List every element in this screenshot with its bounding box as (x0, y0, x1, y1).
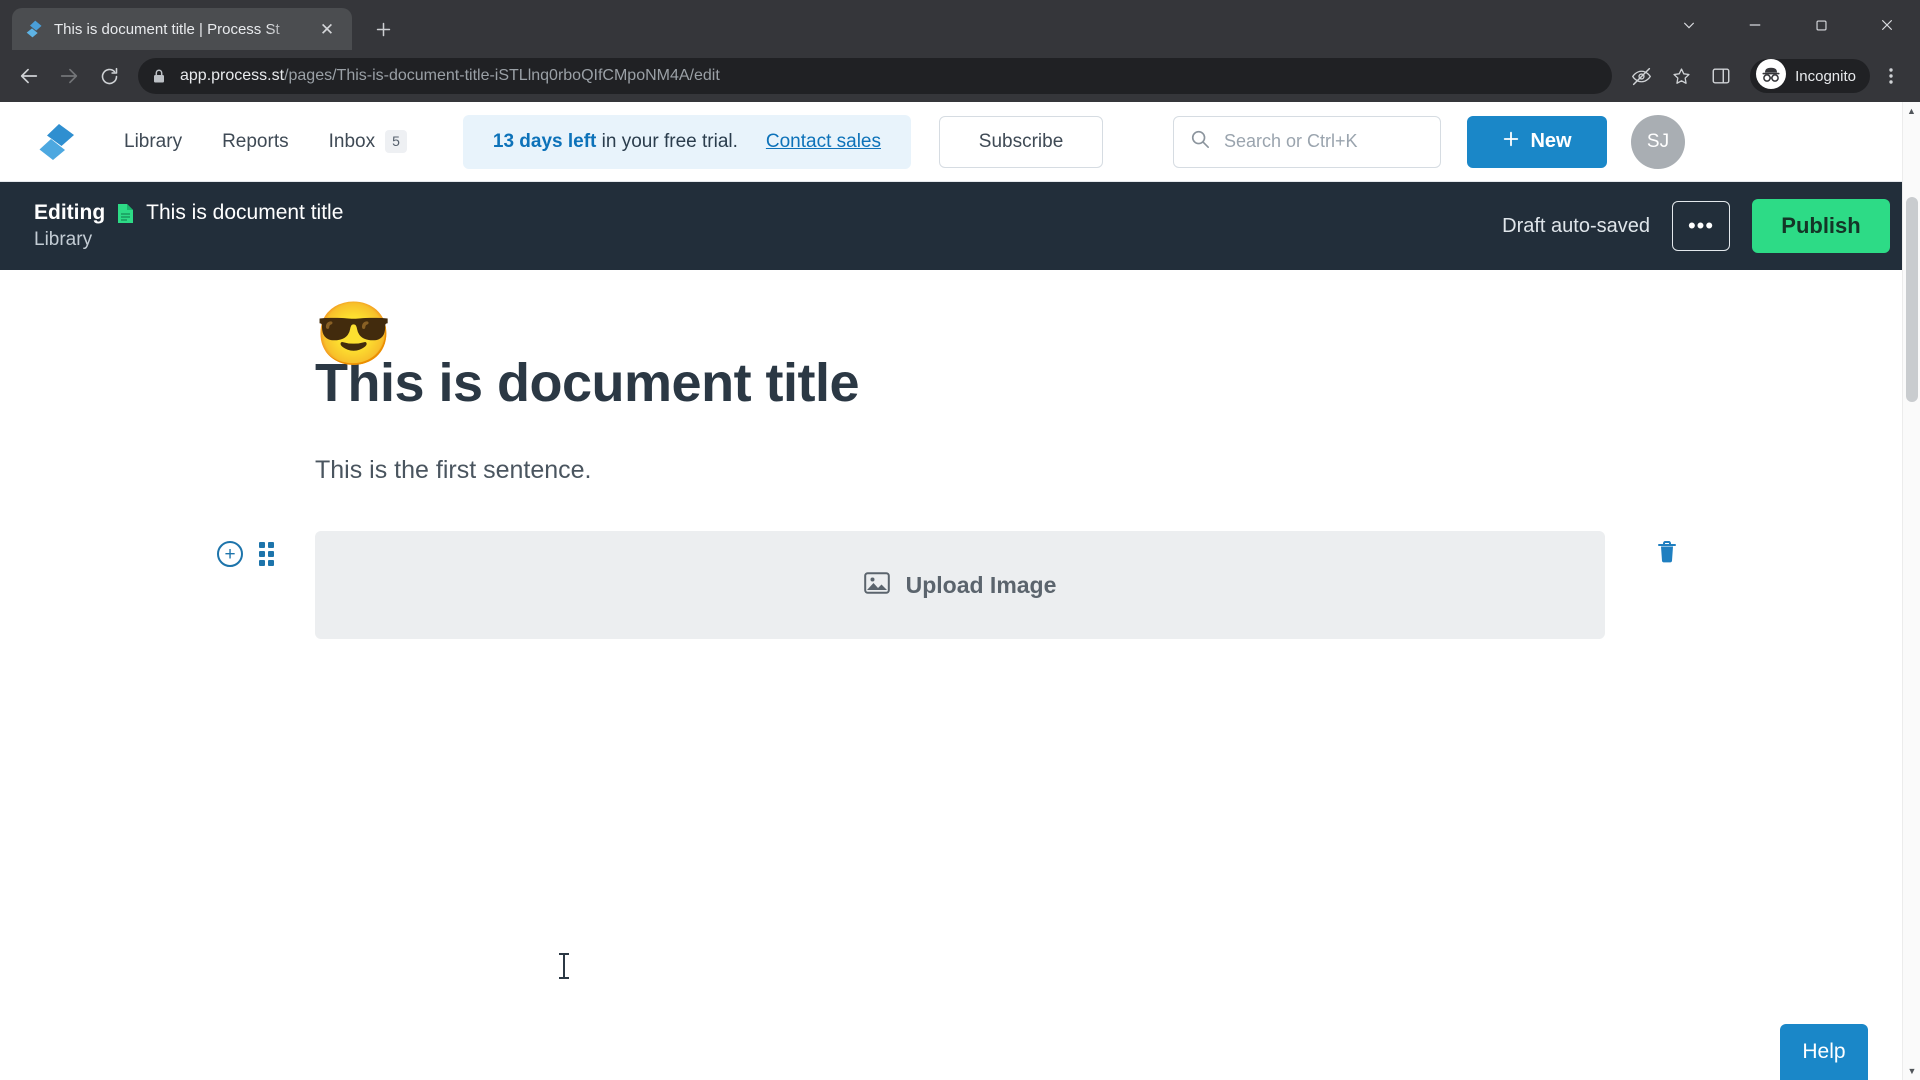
breadcrumb[interactable]: Library (34, 229, 343, 251)
help-button[interactable]: Help (1780, 1024, 1868, 1080)
tab-strip: This is document title | Process St ✕ (0, 0, 1920, 50)
plus-icon (1502, 130, 1520, 154)
contact-sales-link[interactable]: Contact sales (766, 131, 881, 153)
plus-circle-icon[interactable]: + (217, 541, 243, 567)
page-scrollbar[interactable]: ▲ ▼ (1902, 102, 1920, 1080)
nav-links: Library Reports Inbox 5 (104, 122, 427, 160)
trial-days-left: 13 days left (492, 130, 597, 152)
address-bar[interactable]: app.process.st/pages/This-is-document-ti… (138, 58, 1613, 94)
star-icon[interactable] (1662, 57, 1700, 95)
scroll-up-arrow-icon[interactable]: ▲ (1903, 102, 1920, 120)
more-options-button[interactable]: ••• (1672, 201, 1730, 251)
new-button[interactable]: New (1467, 115, 1608, 168)
new-tab-button[interactable] (366, 12, 400, 46)
document-icon (117, 203, 134, 224)
app-viewport: Library Reports Inbox 5 13 days left in … (0, 102, 1920, 1080)
subscribe-button[interactable]: Subscribe (939, 115, 1104, 168)
image-icon (863, 571, 890, 600)
upload-image-label: Upload Image (905, 571, 1057, 598)
text-cursor (559, 953, 569, 979)
arrow-back-icon[interactable] (10, 57, 48, 95)
browser-toolbar: app.process.st/pages/This-is-document-ti… (0, 50, 1920, 102)
side-panel-icon[interactable] (1702, 57, 1740, 95)
nav-link-reports-label: Reports (222, 130, 289, 152)
trial-text: 13 days left in your free trial. (493, 131, 738, 153)
image-block: + Upload Image (217, 531, 1676, 639)
nav-link-inbox-label: Inbox (328, 130, 376, 152)
close-icon[interactable]: ✕ (314, 16, 340, 42)
document-page: 😎 This is document title This is the fir… (217, 304, 1676, 639)
document-emoji[interactable]: 😎 (315, 304, 392, 366)
eye-slash-icon[interactable] (1622, 57, 1660, 95)
block-tools: + (217, 541, 274, 567)
search-input[interactable] (1224, 131, 1425, 152)
app-navbar: Library Reports Inbox 5 13 days left in … (0, 102, 1920, 182)
nav-link-inbox[interactable]: Inbox 5 (309, 122, 427, 160)
document-title[interactable]: This is document title (315, 352, 1605, 414)
maximize-icon[interactable] (1788, 0, 1854, 50)
edit-header-right: Draft auto-saved ••• Publish (1502, 199, 1890, 253)
new-button-label: New (1530, 130, 1572, 152)
toolbar-icon-group: Incognito (1622, 57, 1910, 95)
minimize-icon[interactable] (1722, 0, 1788, 50)
trial-suffix: in your free trial. (596, 130, 738, 152)
search-box[interactable] (1173, 115, 1442, 168)
url-path: /pages/This-is-document-title-iSTLlnq0rb… (284, 67, 720, 84)
address-bar-url: app.process.st/pages/This-is-document-ti… (180, 67, 720, 85)
url-host: app.process.st (180, 67, 285, 84)
trial-banner: 13 days left in your free trial. Contact… (462, 114, 912, 169)
window-close-icon[interactable] (1854, 0, 1920, 50)
edit-header-bar: Editing This is document title Library D… (0, 182, 1920, 270)
arrow-forward-icon (50, 57, 88, 95)
nav-link-library-label: Library (124, 130, 183, 152)
browser-chrome: This is document title | Process St ✕ ap… (0, 0, 1920, 102)
publish-button[interactable]: Publish (1752, 199, 1890, 253)
document-scroll-area: 😎 This is document title This is the fir… (0, 270, 1920, 1080)
window-controls (1656, 0, 1920, 50)
process-st-logo-icon[interactable] (34, 120, 78, 164)
nav-link-library[interactable]: Library (104, 123, 202, 161)
edit-header-left: Editing This is document title Library (34, 201, 343, 251)
document-title-label[interactable]: This is document title (146, 201, 343, 225)
incognito-label: Incognito (1795, 67, 1856, 85)
autosave-status: Draft auto-saved (1502, 214, 1650, 237)
document-paragraph[interactable]: This is the first sentence. (315, 456, 1605, 485)
chevron-down-icon[interactable] (1656, 0, 1722, 50)
three-dots-vertical-icon[interactable] (1872, 57, 1910, 95)
tab-title: This is document title | Process St (54, 20, 280, 38)
edit-header-title-row: Editing This is document title (34, 201, 343, 225)
incognito-hat-icon (1756, 58, 1787, 94)
inbox-badge: 5 (385, 130, 407, 153)
nav-link-reports[interactable]: Reports (202, 123, 309, 161)
reload-icon[interactable] (90, 57, 128, 95)
scrollbar-thumb[interactable] (1906, 197, 1918, 402)
trash-icon[interactable] (1655, 539, 1679, 569)
browser-tab[interactable]: This is document title | Process St ✕ (12, 8, 352, 50)
upload-image-dropzone[interactable]: Upload Image (315, 531, 1605, 639)
scroll-down-arrow-icon[interactable]: ▼ (1903, 1062, 1920, 1080)
incognito-indicator[interactable]: Incognito (1750, 58, 1870, 94)
editing-label: Editing (34, 201, 106, 224)
avatar[interactable]: SJ (1631, 114, 1686, 169)
process-st-logo-icon (24, 19, 44, 39)
lock-icon (152, 68, 168, 84)
drag-handle-icon[interactable] (259, 542, 274, 566)
search-icon (1190, 129, 1210, 154)
